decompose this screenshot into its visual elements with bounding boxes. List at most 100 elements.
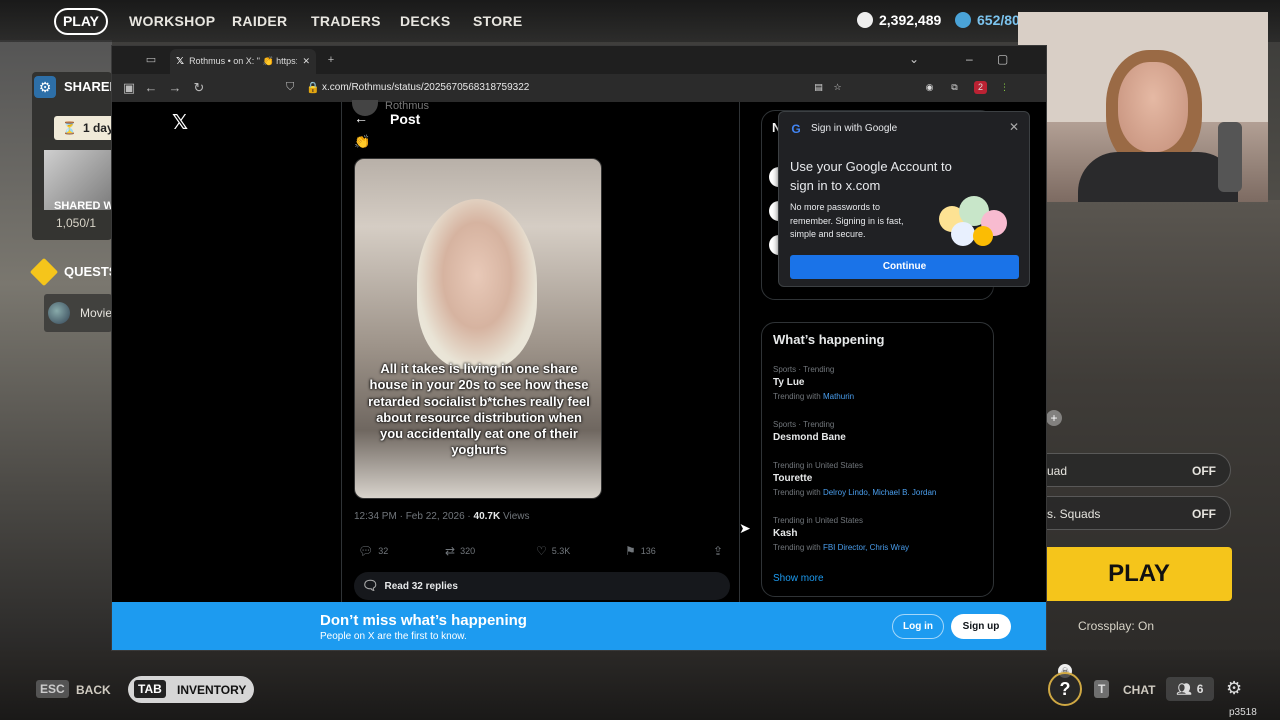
chevron-down-icon[interactable]: ⌄: [909, 52, 919, 66]
timer-text: 1 day: [82, 121, 114, 135]
shared-item-name: SHARED W: [54, 200, 114, 212]
tab-overview-icon[interactable]: ▭: [144, 53, 158, 67]
nav-play-button[interactable]: PLAY: [54, 8, 108, 35]
friends-count: 6: [1196, 682, 1204, 696]
webcam-overlay: [1018, 12, 1268, 202]
nav-workshop[interactable]: WORKSHOP: [129, 13, 215, 29]
trend-item[interactable]: Trending in United States Tourette Trend…: [773, 461, 983, 497]
reply-count: 32: [378, 546, 389, 556]
nav-raider[interactable]: RAIDER: [232, 13, 287, 29]
share-icon: ⇪: [713, 544, 724, 558]
bookmark-count: 136: [640, 546, 656, 556]
trend-related-prefix: Trending with: [773, 392, 823, 401]
new-tab-icon[interactable]: +: [324, 53, 338, 67]
close-icon[interactable]: ✕: [1009, 120, 1019, 134]
address-bar[interactable]: x.com/Rothmus/status/2025670568318759322: [322, 82, 529, 93]
speech-bubble-icon: 🗨︎: [362, 578, 379, 593]
illustration-bubble: [973, 226, 993, 246]
extension-badge-icon[interactable]: 2: [974, 81, 987, 94]
share-button[interactable]: ⇪: [713, 544, 723, 558]
reply-button[interactable]: 💬︎ 32: [358, 544, 388, 558]
tab-title: Rothmus • on X: " 👏 https://: [189, 56, 298, 66]
back-label[interactable]: BACK: [76, 683, 111, 697]
friends-button[interactable]: 👥︎ 6: [1166, 677, 1214, 701]
settings-gear-icon[interactable]: ⚙: [1226, 678, 1242, 699]
post-views-count: 40.7K: [473, 511, 501, 522]
tab-close-icon[interactable]: ✕: [302, 56, 310, 67]
quest-title: Movie: [80, 306, 113, 320]
repost-button[interactable]: ⇄ 320: [445, 544, 475, 558]
esc-key[interactable]: ESC: [36, 680, 69, 698]
browser-nav-bar: ▣ ← → ↻ ⛉ 🔒 x.com/Rothmus/status/2025670…: [112, 74, 1046, 102]
trend-related-link[interactable]: Delroy Lindo, Michael B. Jordan: [823, 488, 936, 497]
trend-name: Tourette: [773, 473, 813, 484]
google-signin-popup: G Sign in with Google ✕ Use your Google …: [778, 111, 1030, 287]
login-button[interactable]: Log in: [892, 614, 944, 639]
x-logo-icon[interactable]: 𝕏: [172, 110, 188, 135]
trend-related-prefix: Trending with: [773, 488, 823, 497]
whats-happening-box: What’s happening Sports · Trending Ty Lu…: [761, 322, 994, 597]
chat-button[interactable]: CHAT: [1123, 683, 1155, 697]
inventory-label: INVENTORY: [177, 683, 247, 697]
nav-traders[interactable]: TRADERS: [311, 13, 381, 29]
trend-category: Trending in United States: [773, 461, 863, 470]
shield-icon[interactable]: ⛉: [286, 81, 294, 94]
whats-happening-title: What’s happening: [773, 332, 885, 347]
show-more-link[interactable]: Show more: [773, 573, 824, 584]
post-text: 👏: [354, 134, 371, 149]
reload-icon[interactable]: ↻: [192, 80, 206, 96]
post-views-label: Views: [500, 511, 530, 522]
reader-icon[interactable]: ▤: [812, 81, 825, 94]
trend-category: Sports · Trending: [773, 420, 835, 429]
nav-decks[interactable]: DECKS: [400, 13, 451, 29]
forward-icon[interactable]: →: [168, 80, 182, 95]
google-popup-description: No more passwords to remember. Signing i…: [790, 202, 904, 239]
tokens-display: 652/80: [955, 12, 1020, 28]
trend-item[interactable]: Sports · Trending Ty Lue Trending with M…: [773, 365, 983, 401]
trend-name: Kash: [773, 528, 798, 539]
read-replies-button[interactable]: 🗨︎ Read 32 replies: [354, 572, 730, 600]
menu-icon[interactable]: ⋮: [998, 81, 1011, 94]
trend-item[interactable]: Trending in United States Kash Trending …: [773, 516, 983, 552]
browser-tab[interactable]: 𝕏 Rothmus • on X: " 👏 https:// ✕: [170, 49, 316, 74]
maximize-icon[interactable]: ▢: [997, 52, 1008, 66]
help-icon[interactable]: ?: [1048, 672, 1082, 706]
main-play-button[interactable]: PLAY: [1046, 547, 1232, 601]
media-caption: All it takes is living in one share hous…: [368, 361, 590, 458]
back-arrow-icon[interactable]: ←: [354, 110, 368, 126]
nav-store[interactable]: STORE: [473, 13, 522, 29]
trend-name: Desmond Bane: [773, 432, 846, 443]
option-row-squads[interactable]: s. Squads OFF: [1046, 496, 1231, 530]
coins-display: 2,392,489: [857, 12, 941, 28]
minimize-icon[interactable]: –: [966, 52, 973, 66]
extensions-icon[interactable]: ⧉: [948, 81, 961, 94]
read-replies-label: Read 32 replies: [384, 580, 458, 592]
media-subject: [417, 199, 537, 369]
option-row-squad[interactable]: uad OFF: [1046, 453, 1231, 487]
sidebar-icon[interactable]: ▣: [122, 80, 136, 96]
option-label: uad: [1047, 464, 1068, 478]
post-timestamp: 12:34 PM · Feb 22, 2026 ·: [354, 511, 474, 522]
signup-button[interactable]: Sign up: [951, 614, 1011, 639]
webcam-face: [1118, 62, 1188, 152]
trend-item[interactable]: Sports · Trending Desmond Bane: [773, 420, 983, 443]
trend-related-link[interactable]: FBI Director, Chris Wray: [823, 543, 909, 552]
trend-related-link[interactable]: Mathurin: [823, 392, 854, 401]
google-popup-title: Use your Google Account to sign in to x.…: [790, 159, 952, 193]
lock-icon[interactable]: 🔒: [306, 81, 320, 94]
like-button[interactable]: ♡ 5.3K: [536, 544, 570, 558]
google-popup-header: Sign in with Google: [811, 123, 898, 134]
hourglass-icon: ⏳: [62, 121, 77, 135]
plus-icon[interactable]: +: [1046, 410, 1062, 426]
back-icon[interactable]: ←: [144, 80, 158, 95]
bookmark-button[interactable]: ⚑ 136: [625, 544, 656, 558]
post-media-image[interactable]: All it takes is living in one share hous…: [354, 158, 602, 499]
post-meta: 12:34 PM · Feb 22, 2026 · 40.7K Views: [354, 511, 529, 522]
shared-item-cost: 1,050/1: [56, 216, 97, 230]
google-continue-button[interactable]: Continue: [790, 255, 1019, 279]
browser-tab-bar: ▭ 𝕏 Rothmus • on X: " 👏 https:// ✕ + ⌄ –…: [112, 46, 1046, 74]
repost-count: 320: [460, 546, 476, 556]
trend-related: Trending with Delroy Lindo, Michael B. J…: [773, 488, 983, 497]
bookmark-star-icon[interactable]: ☆: [831, 81, 844, 94]
account-icon[interactable]: ◉: [923, 81, 936, 94]
